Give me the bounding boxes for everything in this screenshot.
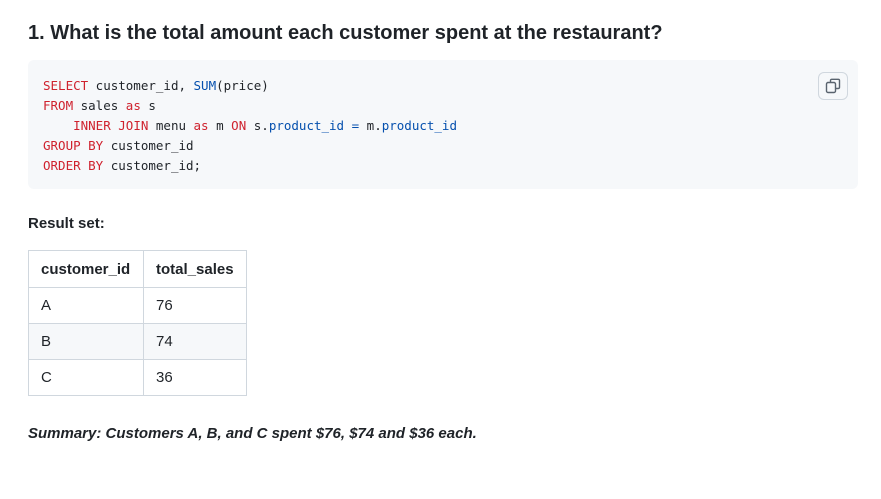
summary-text: Summary: Customers A, B, and C spent $76… bbox=[28, 425, 477, 442]
question-heading: 1. What is the total amount each custome… bbox=[28, 22, 663, 44]
table-cell: C bbox=[28, 359, 144, 396]
table-cell: 74 bbox=[143, 323, 247, 360]
code-token: as bbox=[125, 98, 141, 113]
table-cell: 76 bbox=[143, 287, 247, 324]
copy-code-button[interactable] bbox=[818, 72, 848, 100]
code-token: FROM bbox=[43, 98, 74, 113]
code-token: GROUP BY bbox=[43, 138, 104, 153]
code-token: product_id bbox=[268, 118, 345, 133]
column-header-customer-id: customer_id bbox=[28, 250, 144, 288]
sql-code: SELECT customer_id, SUM(price) FROM sale… bbox=[43, 78, 457, 173]
code-token: INNER JOIN bbox=[73, 118, 149, 133]
table-row: C 36 bbox=[28, 359, 247, 396]
table-row: B 74 bbox=[28, 323, 247, 360]
code-token: SUM bbox=[193, 78, 217, 93]
code-token: = bbox=[351, 118, 360, 133]
copy-icon bbox=[825, 78, 841, 94]
code-token: ON bbox=[231, 118, 247, 133]
result-table: customer_id total_sales A 76 B 74 C 36 bbox=[28, 250, 247, 396]
result-set-label: Result set: bbox=[28, 215, 105, 232]
table-cell: 36 bbox=[143, 359, 247, 396]
column-header-total-sales: total_sales bbox=[143, 250, 247, 288]
code-token: product_id bbox=[381, 118, 457, 133]
code-token: ORDER BY bbox=[43, 158, 104, 173]
table-row: A 76 bbox=[28, 287, 247, 324]
table-cell: A bbox=[28, 287, 144, 324]
table-cell: B bbox=[28, 323, 144, 360]
sql-code-block: SELECT customer_id, SUM(price) FROM sale… bbox=[28, 60, 858, 189]
code-token: SELECT bbox=[43, 78, 89, 93]
table-header-row: customer_id total_sales bbox=[28, 250, 247, 288]
code-token: as bbox=[193, 118, 209, 133]
